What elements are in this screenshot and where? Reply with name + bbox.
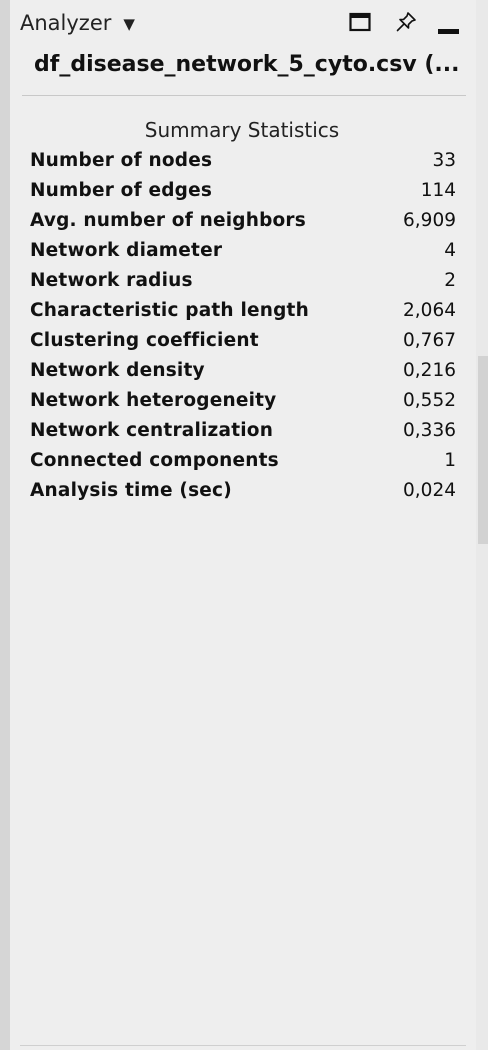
stat-label: Network diameter [30,240,223,261]
title-divider [22,95,466,96]
stat-value: 0,216 [403,360,456,381]
maximize-icon[interactable] [349,12,371,36]
document-title: df_disease_network_5_cyto.csv (... [34,52,460,77]
stat-label: Number of nodes [30,150,213,171]
stat-row-components: Connected components 1 [30,446,456,476]
stat-row-path-length: Characteristic path length 2,064 [30,296,456,326]
stat-label: Number of edges [30,180,213,201]
stat-value: 2 [444,270,456,291]
stat-row-nodes: Number of nodes 33 [30,146,456,176]
stat-label: Clustering coefficient [30,330,259,351]
stat-value: 0,336 [403,420,456,441]
stat-row-analysis-time: Analysis time (sec) 0,024 [30,476,456,506]
stat-row-clustering: Clustering coefficient 0,767 [30,326,456,356]
analyzer-dropdown-label: Analyzer [20,11,112,35]
stat-value: 33 [432,150,456,171]
stat-label: Characteristic path length [30,300,309,321]
stat-value: 0,552 [403,390,456,411]
stat-value: 0,767 [403,330,456,351]
left-border [0,0,10,1050]
stat-value: 0,024 [403,480,456,501]
stat-row-centralization: Network centralization 0,336 [30,416,456,446]
stat-value: 2,064 [403,300,456,321]
stat-value: 6,909 [403,210,456,231]
stat-value: 4 [444,240,456,261]
stat-row-avg-neighbors: Avg. number of neighbors 6,909 [30,206,456,236]
stat-label: Network centralization [30,420,274,441]
scrollbar-thumb[interactable] [478,356,488,544]
stat-label: Network radius [30,270,193,291]
stat-row-edges: Number of edges 114 [30,176,456,206]
stat-row-density: Network density 0,216 [30,356,456,386]
bottom-divider [20,1045,466,1046]
stat-label: Avg. number of neighbors [30,210,306,231]
stat-value: 114 [420,180,456,201]
stat-value: 1 [444,450,456,471]
analyzer-dropdown[interactable]: Analyzer ▼ [20,8,135,38]
minimize-icon[interactable] [438,22,460,41]
stat-row-radius: Network radius 2 [30,266,456,296]
stat-label: Connected components [30,450,279,471]
pin-icon[interactable] [394,10,418,38]
statistics-table: Number of nodes 33 Number of edges 114 A… [30,146,456,506]
chevron-down-icon: ▼ [123,15,135,33]
stat-label: Network heterogeneity [30,390,277,411]
stat-label: Analysis time (sec) [30,480,232,501]
stat-row-diameter: Network diameter 4 [30,236,456,266]
stat-row-heterogeneity: Network heterogeneity 0,552 [30,386,456,416]
stat-label: Network density [30,360,205,381]
summary-statistics-heading: Summary Statistics [144,118,340,142]
